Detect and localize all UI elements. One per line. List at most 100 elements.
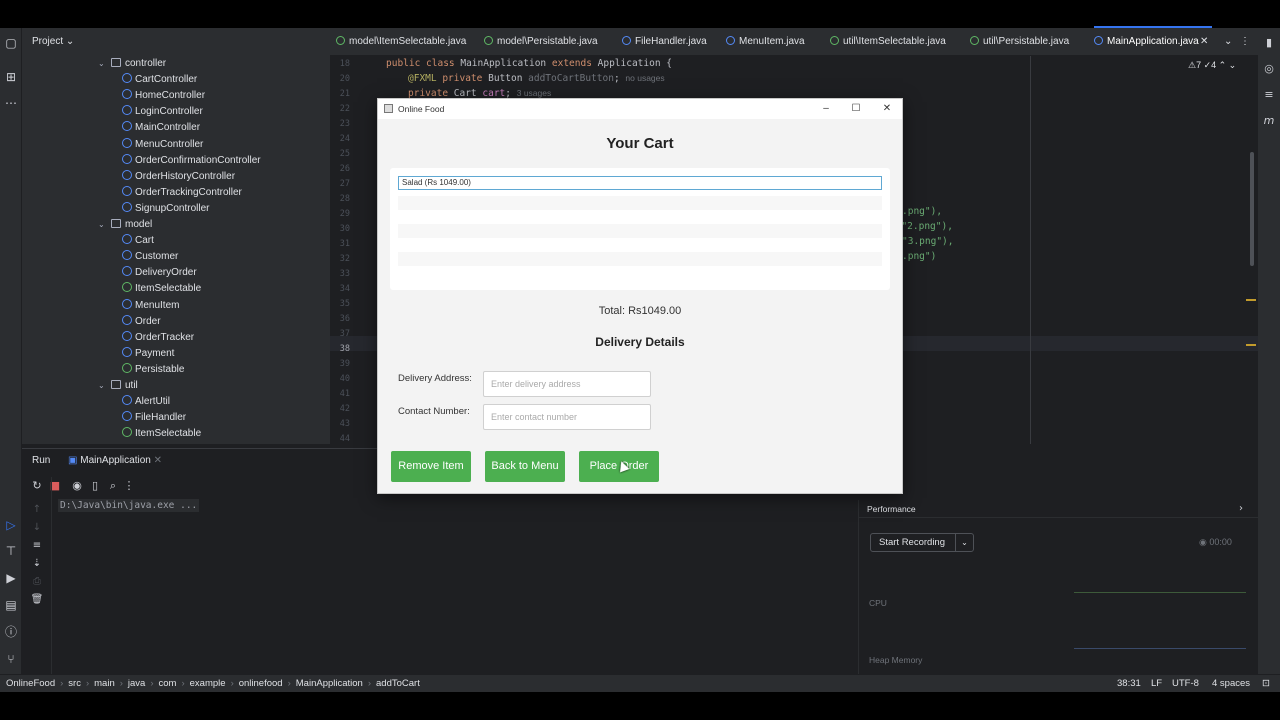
close-icon[interactable]: ✕ <box>154 455 162 466</box>
chevron-down-icon[interactable]: ⌄ <box>98 217 108 233</box>
tab-file[interactable]: model\Persistable.java <box>484 36 598 47</box>
tree-item[interactable]: Order <box>122 314 161 330</box>
tree-item[interactable]: MainController <box>122 120 200 136</box>
tree-item[interactable]: DeliveryOrder <box>122 265 197 281</box>
up-arrow-icon[interactable]: ↑ <box>30 503 44 517</box>
tree-item[interactable]: Payment <box>122 346 174 362</box>
error-stripe-mark[interactable] <box>1246 344 1256 346</box>
inspection-widget[interactable]: ⚠7 ✓4 ⌃ ⌄ <box>1188 60 1236 71</box>
project-folder-icon[interactable]: ▢ <box>4 36 18 50</box>
tree-item[interactable]: CartController <box>122 72 197 88</box>
tree-item[interactable]: Customer <box>122 249 178 265</box>
tabs-more-icon[interactable]: ⋮ <box>1240 36 1250 47</box>
tree-item[interactable]: ItemSelectable <box>122 426 201 442</box>
error-stripe-mark[interactable] <box>1246 299 1256 301</box>
tree-item[interactable]: OrderTracker <box>122 330 194 346</box>
tabs-dropdown-icon[interactable]: ⌄ <box>1224 36 1232 47</box>
maximize-icon[interactable]: ☐ <box>849 102 863 116</box>
tree-item-label: controller <box>125 58 167 69</box>
git-icon[interactable]: ⑂ <box>4 652 18 666</box>
soft-wrap-icon[interactable]: ≡ <box>30 539 44 553</box>
tree-folder-model[interactable]: ⌄ model <box>98 217 152 233</box>
project-panel-title[interactable]: Project ⌄ <box>32 36 74 47</box>
tree-item[interactable]: LoginController <box>122 104 203 120</box>
class-icon <box>122 346 132 357</box>
cpu-graph <box>1074 592 1246 593</box>
ai-assistant-icon[interactable]: ◎ <box>1262 62 1276 76</box>
dialog-titlebar: Online Food – ☐ ✕ <box>378 99 902 119</box>
delivery-address-input[interactable] <box>483 371 651 397</box>
line-separator[interactable]: LF <box>1151 678 1162 689</box>
contact-number-input[interactable] <box>483 404 651 430</box>
run-side-toolbar: ↑ ↓ ≡ ⇣ ⎙ 🗑 <box>22 477 52 675</box>
tree-item[interactable]: ItemSelectable <box>122 281 201 297</box>
tree-item[interactable]: SignupController <box>122 201 210 217</box>
tree-folder-controller[interactable]: ⌄ controller <box>98 56 166 72</box>
tab-file[interactable]: MainApplication.java <box>1094 36 1199 47</box>
tab-file[interactable]: util\ItemSelectable.java <box>830 36 946 47</box>
indent-setting[interactable]: 4 spaces <box>1212 678 1250 689</box>
tree-item[interactable]: Cart <box>122 233 154 249</box>
tree-folder-util[interactable]: ⌄ util <box>98 378 138 394</box>
breadcrumb-item[interactable]: example <box>190 678 226 689</box>
breadcrumb-item[interactable]: main <box>94 678 115 689</box>
tree-item[interactable]: MenuItem <box>122 298 179 314</box>
back-to-menu-button[interactable]: Back to Menu <box>485 451 565 482</box>
build-icon[interactable]: ⊤ <box>4 544 18 558</box>
maven-icon[interactable]: m <box>1262 114 1276 128</box>
database-icon[interactable]: ≡ <box>1262 88 1276 102</box>
tree-item[interactable]: MenuController <box>122 137 203 153</box>
camera-icon[interactable]: ◉ <box>70 479 84 493</box>
tree-item[interactable]: AlertUtil <box>122 394 170 410</box>
remove-item-button[interactable]: Remove Item <box>391 451 471 482</box>
terminal-icon[interactable]: ▤ <box>4 598 18 612</box>
print-icon[interactable]: ⎙ <box>30 575 44 589</box>
breadcrumb-item[interactable]: src <box>68 678 81 689</box>
breadcrumb-item[interactable]: OnlineFood <box>6 678 55 689</box>
file-encoding[interactable]: UTF-8 <box>1172 678 1199 689</box>
tab-file[interactable]: FileHandler.java <box>622 36 707 47</box>
more-tools-icon[interactable]: ⋯ <box>4 96 18 110</box>
breadcrumb-item[interactable]: com <box>159 678 177 689</box>
tree-item-label: OrderConfirmationController <box>135 154 261 166</box>
minimize-icon[interactable]: – <box>819 102 833 116</box>
trash-icon[interactable]: 🗑 <box>30 593 44 607</box>
tree-item[interactable]: OrderTrackingController <box>122 185 242 201</box>
tab-close-icon[interactable]: ✕ <box>1200 36 1208 47</box>
breadcrumb-item[interactable]: java <box>128 678 145 689</box>
tab-file[interactable]: model\ItemSelectable.java <box>336 36 466 47</box>
chevron-down-icon[interactable]: ⌄ <box>955 534 973 551</box>
tree-item[interactable]: HomeController <box>122 88 205 104</box>
search-icon[interactable]: ⌕ <box>106 479 120 493</box>
tab-file[interactable]: util\Persistable.java <box>970 36 1069 47</box>
close-icon[interactable]: ✕ <box>880 102 894 116</box>
lock-icon[interactable]: ⊡ <box>1262 678 1270 689</box>
chevron-down-icon[interactable]: ⌄ <box>98 378 108 394</box>
start-recording-button[interactable]: Start Recording ⌄ <box>870 533 974 552</box>
run-tab-mainapplication[interactable]: ▣ MainApplication ✕ <box>68 455 162 466</box>
tree-item[interactable]: Persistable <box>122 362 184 378</box>
app-icon <box>384 104 393 113</box>
cart-item-list[interactable]: Salad (Rs 1049.00) <box>390 168 890 290</box>
dump-icon[interactable]: ▯ <box>88 479 102 493</box>
caret-position[interactable]: 38:31 <box>1117 678 1141 689</box>
tree-item[interactable]: FileHandler <box>122 410 186 426</box>
down-arrow-icon[interactable]: ↓ <box>30 521 44 535</box>
structure-icon[interactable]: ⊞ <box>4 70 18 84</box>
editor-scrollbar[interactable] <box>1250 152 1254 266</box>
chevron-down-icon[interactable]: ⌄ <box>98 56 108 72</box>
breadcrumb-item[interactable]: addToCart <box>376 678 420 689</box>
breadcrumb-item[interactable]: onlinefood <box>239 678 283 689</box>
notifications-icon[interactable]: ▮ <box>1262 36 1276 50</box>
chevron-right-icon[interactable]: › <box>1239 503 1243 514</box>
breadcrumb-item[interactable]: MainApplication <box>296 678 363 689</box>
tree-item[interactable]: OrderHistoryController <box>122 169 235 185</box>
run-tool-icon[interactable]: ▷ <box>4 518 18 532</box>
tree-item[interactable]: OrderConfirmationController <box>122 153 261 169</box>
services-icon[interactable]: ▶ <box>4 571 18 585</box>
scroll-to-end-icon[interactable]: ⇣ <box>30 557 44 571</box>
more-icon[interactable]: ⋮ <box>122 479 136 493</box>
problems-icon[interactable]: ⓘ <box>4 625 18 639</box>
list-item[interactable]: Salad (Rs 1049.00) <box>398 176 882 190</box>
tab-file[interactable]: MenuItem.java <box>726 36 805 47</box>
